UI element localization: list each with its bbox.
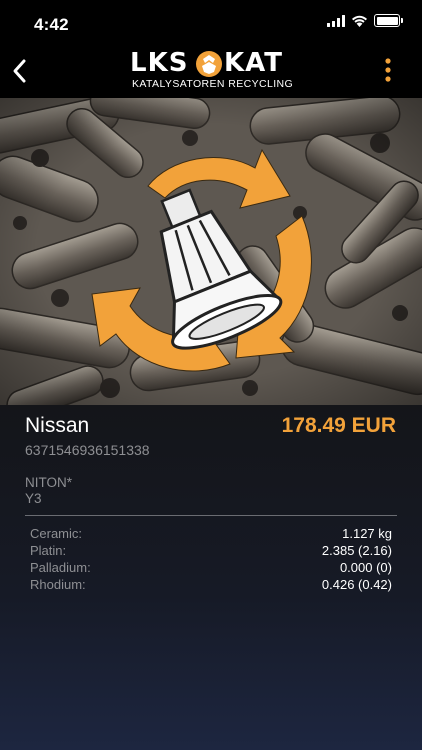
metals-list: Ceramic: 1.127 kg Platin: 2.385 (2.16) P… bbox=[30, 525, 392, 593]
product-code: 6371546936151338 bbox=[25, 442, 150, 458]
product-details: Nissan 178.49 EUR 6371546936151338 NITON… bbox=[0, 405, 422, 750]
back-button[interactable] bbox=[8, 54, 36, 88]
status-bar: 4:42 bbox=[0, 0, 422, 44]
metal-name: Palladium: bbox=[30, 560, 91, 575]
metal-name: Rhodium: bbox=[30, 577, 86, 592]
signal-icon bbox=[327, 14, 345, 27]
metal-row-platin: Platin: 2.385 (2.16) bbox=[30, 542, 392, 559]
metal-value: 0.000 (0) bbox=[339, 560, 392, 575]
status-time: 4:42 bbox=[34, 15, 69, 34]
more-button[interactable] bbox=[382, 54, 394, 88]
metal-row-rhodium: Rhodium: 0.426 (0.42) bbox=[30, 576, 392, 593]
metal-row-palladium: Palladium: 0.000 (0) bbox=[30, 559, 392, 576]
logo-word-left: LKS bbox=[130, 48, 189, 78]
metal-name: Platin: bbox=[30, 543, 67, 558]
divider bbox=[25, 515, 397, 516]
battery-icon bbox=[374, 14, 403, 27]
product-variant: Y3 bbox=[25, 491, 42, 506]
more-vertical-icon bbox=[385, 58, 391, 82]
wifi-icon bbox=[352, 15, 367, 27]
metal-value: 1.127 kg bbox=[342, 526, 392, 541]
metal-name: Ceramic: bbox=[30, 526, 83, 541]
scrap-background bbox=[0, 98, 422, 405]
app-logo: LKS KAT KATALYSATOREN RECYCLING bbox=[130, 48, 294, 94]
nav-bar: LKS KAT KATALYSATOREN RECYCLING bbox=[0, 44, 422, 98]
metal-value: 2.385 (2.16) bbox=[321, 543, 392, 558]
hero-image bbox=[0, 98, 422, 405]
logo-emblem-icon bbox=[196, 51, 222, 77]
metal-row-ceramic: Ceramic: 1.127 kg bbox=[30, 525, 392, 542]
product-make: Nissan bbox=[25, 414, 90, 437]
chevron-left-icon bbox=[13, 59, 26, 83]
product-model: NITON* bbox=[25, 475, 73, 490]
logo-subtitle: KATALYSATOREN RECYCLING bbox=[132, 78, 294, 90]
metal-value: 0.426 (0.42) bbox=[321, 577, 392, 592]
status-icons bbox=[327, 14, 403, 27]
product-price: 178.49 EUR bbox=[281, 414, 396, 437]
logo-word-right: KAT bbox=[224, 48, 283, 78]
